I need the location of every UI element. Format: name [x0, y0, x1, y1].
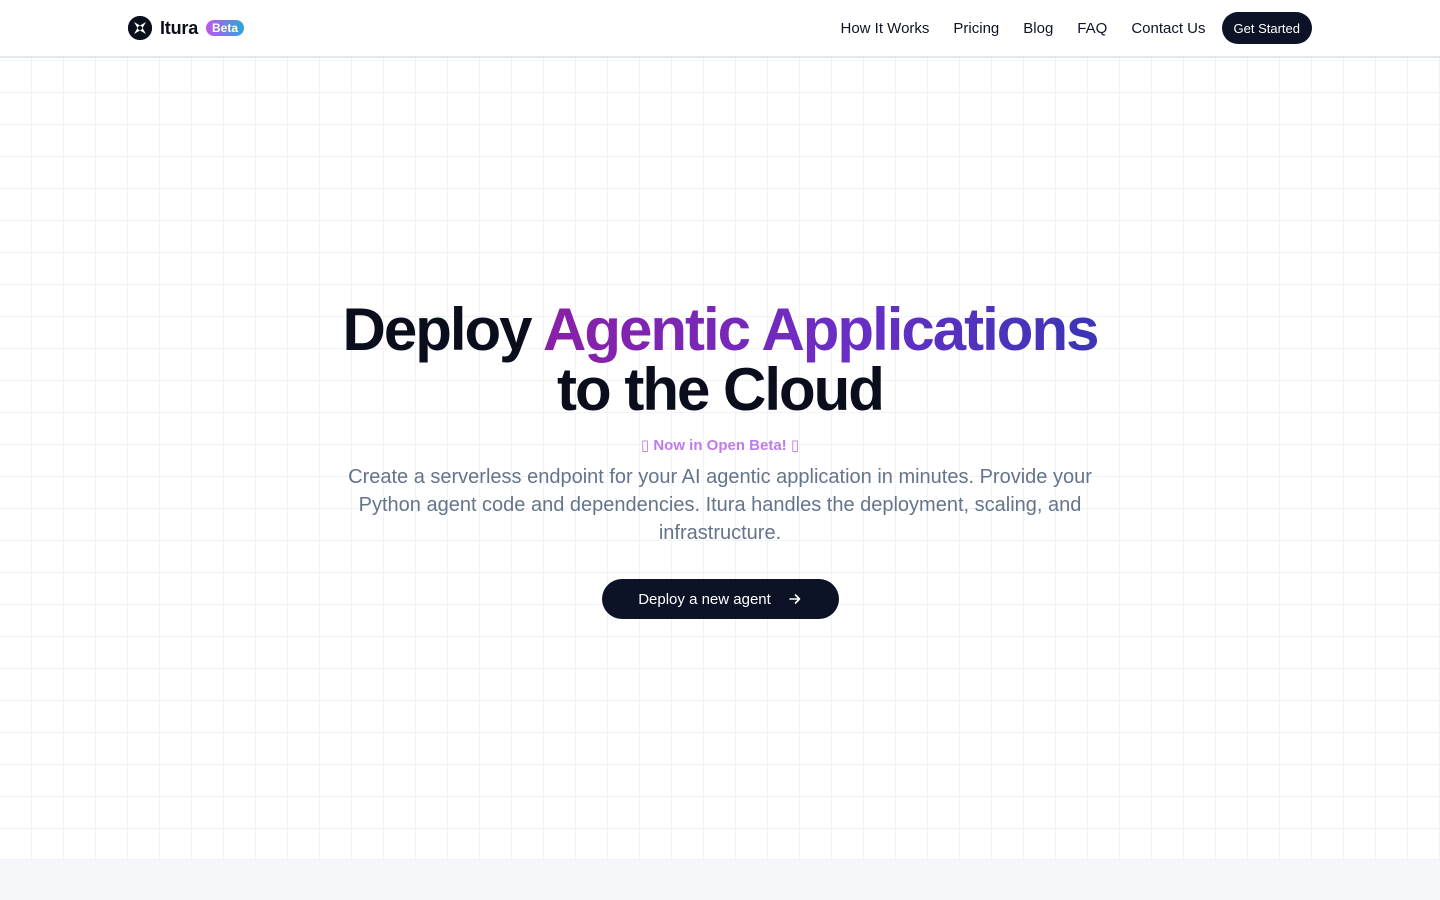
- hero-title-lead: Deploy: [342, 296, 543, 363]
- nav-how-it-works[interactable]: How It Works: [841, 20, 930, 37]
- beta-badge: Beta: [206, 20, 245, 36]
- hero-grid-background: [0, 58, 1440, 859]
- get-started-button[interactable]: Get Started: [1221, 12, 1312, 44]
- open-beta-note: ▯ Now in Open Beta! ▯: [640, 437, 800, 454]
- nav-contact-us[interactable]: Contact Us: [1131, 20, 1205, 37]
- deploy-agent-label: Deploy a new agent: [638, 590, 771, 608]
- main-nav: How It Works Pricing Blog FAQ Contact Us…: [841, 12, 1312, 44]
- hero-title-line2: to the Cloud: [557, 356, 885, 423]
- nav-faq[interactable]: FAQ: [1077, 20, 1107, 37]
- itura-logo-icon: [128, 16, 152, 40]
- brand-name: Itura: [160, 17, 199, 38]
- hero-title: Deploy Agentic Applications to the Cloud: [0, 300, 1440, 420]
- brand[interactable]: Itura Beta: [128, 15, 245, 41]
- nav-pricing[interactable]: Pricing: [953, 20, 999, 37]
- nav-blog[interactable]: Blog: [1023, 20, 1053, 37]
- hero-title-line1: Deploy Agentic Applications: [0, 300, 1440, 360]
- arrow-right-icon: [787, 591, 803, 607]
- next-section-band: [0, 859, 1440, 900]
- hero-subtitle: Create a serverless endpoint for your AI…: [348, 466, 1092, 544]
- hero-title-accent: Agentic Applications: [542, 296, 1099, 363]
- top-navbar: Itura Beta How It Works Pricing Blog FAQ…: [0, 0, 1440, 58]
- deploy-agent-button[interactable]: Deploy a new agent: [602, 579, 839, 619]
